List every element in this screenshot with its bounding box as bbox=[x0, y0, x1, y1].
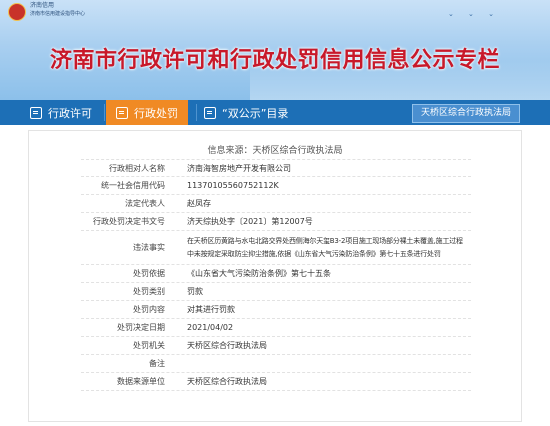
document-icon bbox=[30, 106, 42, 119]
field-value: 在天桥区历黄路与水屯北路交界处西侧海尔天玺B3-2项目施工现场部分裸土未覆盖,施… bbox=[187, 235, 471, 261]
field-label: 数据来源单位 bbox=[117, 377, 165, 386]
field-label: 处罚决定日期 bbox=[117, 323, 165, 332]
nav-bar: 行政许可 行政处罚 “双公示”目录 天桥区综合行政执法局 bbox=[0, 100, 550, 125]
tab-administrative-license[interactable]: 行政许可 bbox=[30, 100, 98, 125]
field-label: 违法事实 bbox=[133, 243, 165, 252]
field-value: 罚款 bbox=[187, 287, 203, 296]
field-value: 济天综执处字〔2021〕第12007号 bbox=[187, 217, 313, 226]
table-row: 行政处罚决定书文号 济天综执处字〔2021〕第12007号 bbox=[81, 213, 471, 231]
credit-logo-icon bbox=[8, 3, 26, 21]
record-table: 行政相对人名称 济南海智房地产开发有限公司 统一社会信用代码 113701055… bbox=[81, 159, 471, 391]
field-value: 《山东省大气污染防治条例》第七十五条 bbox=[187, 269, 331, 278]
table-row: 处罚决定日期 2021/04/02 bbox=[81, 319, 471, 337]
agency-filter-button[interactable]: 天桥区综合行政执法局 bbox=[411, 104, 520, 123]
field-label: 处罚内容 bbox=[133, 305, 165, 314]
field-value-line1: 在天桥区历黄路与水屯北路交界处西侧海尔天玺B3-2项目施工现场部分裸土未覆盖,施… bbox=[187, 236, 463, 245]
table-row: 备注 bbox=[81, 355, 471, 373]
tab-label: “双公示”目录 bbox=[222, 106, 289, 120]
logo-text-line2: 济南市信用建设指导中心 bbox=[30, 11, 86, 17]
field-value: 2021/04/02 bbox=[187, 323, 234, 332]
field-label: 法定代表人 bbox=[125, 199, 165, 208]
table-row: 数据来源单位 天桥区综合行政执法局 bbox=[81, 373, 471, 391]
field-value: 对其进行罚款 bbox=[187, 305, 235, 314]
table-row: 行政相对人名称 济南海智房地产开发有限公司 bbox=[81, 159, 471, 177]
table-row: 处罚依据 《山东省大气污染防治条例》第七十五条 bbox=[81, 265, 471, 283]
birds-decoration-icon: ⌄ ⌄ ⌄ bbox=[447, 10, 500, 18]
table-row: 处罚内容 对其进行罚款 bbox=[81, 301, 471, 319]
field-value: 赵凤存 bbox=[187, 199, 211, 208]
site-logo-text: 济南信用 济南市信用建设指导中心 bbox=[30, 2, 85, 18]
field-label: 行政处罚决定书文号 bbox=[93, 217, 165, 226]
tab-administrative-penalty[interactable]: 行政处罚 bbox=[106, 100, 188, 125]
tab-divider bbox=[196, 104, 197, 121]
document-icon bbox=[116, 106, 128, 119]
page-title: 济南市行政许可和行政处罚信用信息公示专栏 bbox=[49, 48, 500, 73]
table-row: 处罚类别 罚款 bbox=[81, 283, 471, 301]
field-value: 天桥区综合行政执法局 bbox=[187, 341, 267, 350]
calendar-icon bbox=[204, 106, 216, 119]
field-value: 11370105560752112K bbox=[187, 181, 279, 190]
field-value-line2: 中未按规定采取防尘抑尘措施,依据《山东省大气污染防治条例》第七十五条进行处罚 bbox=[187, 249, 441, 258]
tab-label: 行政处罚 bbox=[134, 106, 178, 120]
field-label: 处罚类别 bbox=[133, 287, 165, 296]
field-label: 统一社会信用代码 bbox=[101, 181, 165, 190]
record-panel: 信息来源：天桥区综合行政执法局 行政相对人名称 济南海智房地产开发有限公司 统一… bbox=[28, 130, 522, 422]
header-banner: 济南信用 济南市信用建设指导中心 ⌄ ⌄ ⌄ 济南市行政许可和行政处罚信用信息公… bbox=[0, 0, 550, 100]
field-value: 济南海智房地产开发有限公司 bbox=[187, 163, 291, 173]
tab-label: 行政许可 bbox=[48, 106, 92, 120]
logo-text-line1: 济南信用 bbox=[30, 2, 55, 9]
table-row: 法定代表人 赵凤存 bbox=[81, 195, 471, 213]
field-label: 处罚机关 bbox=[133, 341, 165, 350]
field-label: 处罚依据 bbox=[133, 269, 165, 278]
tab-divider bbox=[104, 104, 105, 121]
field-value: 天桥区综合行政执法局 bbox=[187, 377, 267, 386]
table-row: 统一社会信用代码 11370105560752112K bbox=[81, 177, 471, 195]
record-source: 信息来源：天桥区综合行政执法局 bbox=[207, 146, 343, 156]
table-row: 处罚机关 天桥区综合行政执法局 bbox=[81, 337, 471, 355]
field-label: 备注 bbox=[149, 359, 165, 368]
tab-double-publicity-catalog[interactable]: “双公示”目录 bbox=[204, 100, 304, 125]
table-row: 违法事实 在天桥区历黄路与水屯北路交界处西侧海尔天玺B3-2项目施工现场部分裸土… bbox=[81, 231, 471, 265]
field-label: 行政相对人名称 bbox=[109, 163, 165, 173]
